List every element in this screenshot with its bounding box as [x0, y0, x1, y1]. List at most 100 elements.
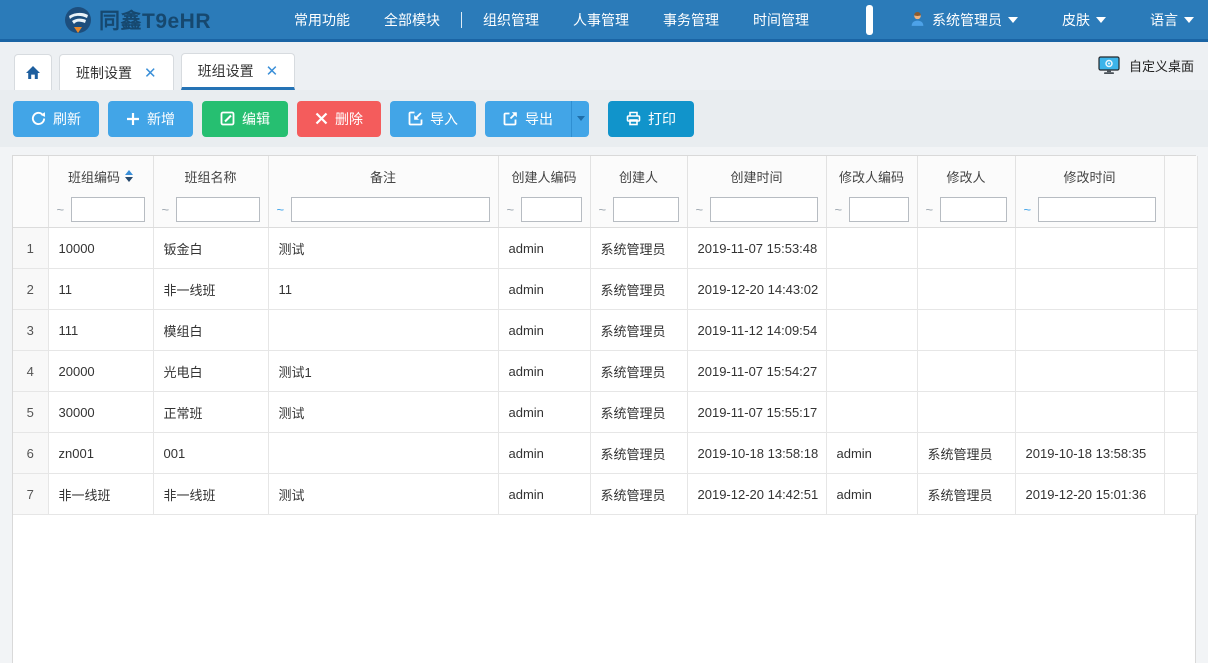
menu-item-all-modules[interactable]: 全部模块 [367, 10, 457, 30]
column-header-3[interactable]: 创建人编码~ [498, 156, 590, 228]
row-number-cell: 4 [13, 351, 48, 392]
row-number-cell: 1 [13, 228, 48, 269]
delete-button[interactable]: 删除 [297, 101, 381, 137]
printer-icon [626, 111, 641, 126]
column-label: 备注 [370, 167, 396, 186]
close-icon[interactable]: ✕ [266, 62, 279, 80]
language-label: 语言 [1150, 10, 1178, 30]
sort-caret-icon[interactable] [125, 170, 133, 182]
cell-r5-c0: 30000 [48, 392, 153, 433]
filter-range-operator: ~ [835, 202, 843, 217]
edit-button[interactable]: 编辑 [202, 101, 288, 137]
print-label: 打印 [648, 109, 676, 129]
team-settings-panel: 班组编码~班组名称~备注~创建人编码~创建人~创建时间~修改人编码~修改人~修改… [12, 155, 1196, 663]
import-icon [408, 111, 423, 126]
cell-r1-c7 [917, 228, 1015, 269]
cell-r6-c2 [268, 433, 498, 474]
column-header-5[interactable]: 创建时间~ [687, 156, 826, 228]
filter-input-7[interactable] [940, 197, 1006, 222]
chevron-down-icon [1008, 17, 1018, 23]
table-row[interactable]: 6zn001001admin系统管理员2019-10-18 13:58:18ad… [13, 433, 1197, 474]
column-header-0[interactable]: 班组编码~ [48, 156, 153, 228]
cell-r6-c8: 2019-10-18 13:58:35 [1015, 433, 1164, 474]
filter-range-operator: ~ [696, 202, 704, 217]
table-row[interactable]: 7非一线班非一线班测试admin系统管理员2019-12-20 14:42:51… [13, 474, 1197, 515]
cell-r2-c7 [917, 269, 1015, 310]
filter-input-8[interactable] [1038, 197, 1155, 222]
cell-r1-c5: 2019-11-07 15:53:48 [687, 228, 826, 269]
menu-item-personnel[interactable]: 人事管理 [556, 10, 646, 30]
cell-r4-c0: 20000 [48, 351, 153, 392]
column-header-7[interactable]: 修改人~ [917, 156, 1015, 228]
table-row[interactable]: 420000光电白测试1admin系统管理员2019-11-07 15:54:2… [13, 351, 1197, 392]
customize-desktop-button[interactable]: 自定义桌面 [1098, 56, 1194, 75]
cell-r4-c3: admin [498, 351, 590, 392]
cell-r7-c2: 测试 [268, 474, 498, 515]
import-label: 导入 [430, 109, 458, 129]
cell-r7-c4: 系统管理员 [590, 474, 687, 515]
column-label: 修改人 [946, 167, 985, 186]
import-button[interactable]: 导入 [390, 101, 476, 137]
plus-icon [126, 112, 140, 126]
table-row[interactable]: 211非一线班11admin系统管理员2019-12-20 14:43:02 [13, 269, 1197, 310]
add-button[interactable]: 新增 [108, 101, 193, 137]
cell-r4-c6 [826, 351, 917, 392]
refresh-button[interactable]: 刷新 [13, 101, 99, 137]
cell-r1-c2: 测试 [268, 228, 498, 269]
cell-r3-c1: 模组白 [153, 310, 268, 351]
export-split-button: 导出 [485, 101, 589, 137]
export-button[interactable]: 导出 [485, 101, 571, 137]
tab-team-settings[interactable]: 班组设置 ✕ [181, 53, 296, 90]
logo-text: 同鑫T9eHR [99, 5, 211, 35]
spacer-cell [1164, 269, 1197, 310]
filter-input-4[interactable] [613, 197, 678, 222]
cell-r5-c2: 测试 [268, 392, 498, 433]
print-button[interactable]: 打印 [608, 101, 694, 137]
filter-range-operator: ~ [162, 202, 170, 217]
menu-item-organization[interactable]: 组织管理 [466, 10, 556, 30]
cell-r7-c0: 非一线班 [48, 474, 153, 515]
filter-input-0[interactable] [71, 197, 144, 222]
filter-input-5[interactable] [710, 197, 817, 222]
spacer-column-header [1164, 156, 1197, 228]
table-row[interactable]: 110000钣金白测试admin系统管理员2019-11-07 15:53:48 [13, 228, 1197, 269]
cell-r6-c7: 系统管理员 [917, 433, 1015, 474]
column-header-2[interactable]: 备注~ [268, 156, 498, 228]
add-label: 新增 [147, 109, 175, 129]
tab-shift-settings[interactable]: 班制设置 ✕ [59, 54, 174, 90]
menu-item-time[interactable]: 时间管理 [736, 10, 826, 30]
column-label: 创建人编码 [511, 167, 576, 186]
menu-item-affairs[interactable]: 事务管理 [646, 10, 736, 30]
current-user-dropdown[interactable]: 系统管理员 [909, 10, 1018, 30]
nav-scrollbar-thumb[interactable] [866, 5, 873, 35]
spacer-cell [1164, 474, 1197, 515]
menu-item-common[interactable]: 常用功能 [277, 10, 367, 30]
filter-input-6[interactable] [849, 197, 908, 222]
export-icon [503, 111, 518, 126]
column-header-1[interactable]: 班组名称~ [153, 156, 268, 228]
tab-label: 班组设置 [198, 61, 254, 81]
table-row[interactable]: 530000正常班测试admin系统管理员2019-11-07 15:55:17 [13, 392, 1197, 433]
edit-icon [220, 111, 235, 126]
filter-input-1[interactable] [176, 197, 259, 222]
document-tab-bar: 班制设置 ✕ 班组设置 ✕ 自定义桌面 [0, 42, 1208, 90]
skin-dropdown[interactable]: 皮肤 [1062, 10, 1106, 30]
close-icon[interactable]: ✕ [144, 64, 157, 82]
cell-r3-c3: admin [498, 310, 590, 351]
column-header-8[interactable]: 修改时间~ [1015, 156, 1164, 228]
column-header-6[interactable]: 修改人编码~ [826, 156, 917, 228]
filter-input-3[interactable] [521, 197, 581, 222]
filter-input-2[interactable] [291, 197, 489, 222]
column-header-4[interactable]: 创建人~ [590, 156, 687, 228]
cell-r2-c3: admin [498, 269, 590, 310]
table-row[interactable]: 3111模组白admin系统管理员2019-11-12 14:09:54 [13, 310, 1197, 351]
chevron-down-icon [1096, 17, 1106, 23]
export-label: 导出 [525, 109, 553, 129]
action-toolbar: 刷新 新增 编辑 删除 导入 [0, 90, 1208, 147]
language-dropdown[interactable]: 语言 [1150, 10, 1194, 30]
tab-home[interactable] [14, 54, 52, 90]
cell-r1-c0: 10000 [48, 228, 153, 269]
export-dropdown-arrow[interactable] [571, 101, 589, 137]
cell-r2-c2: 11 [268, 269, 498, 310]
cell-r2-c0: 11 [48, 269, 153, 310]
